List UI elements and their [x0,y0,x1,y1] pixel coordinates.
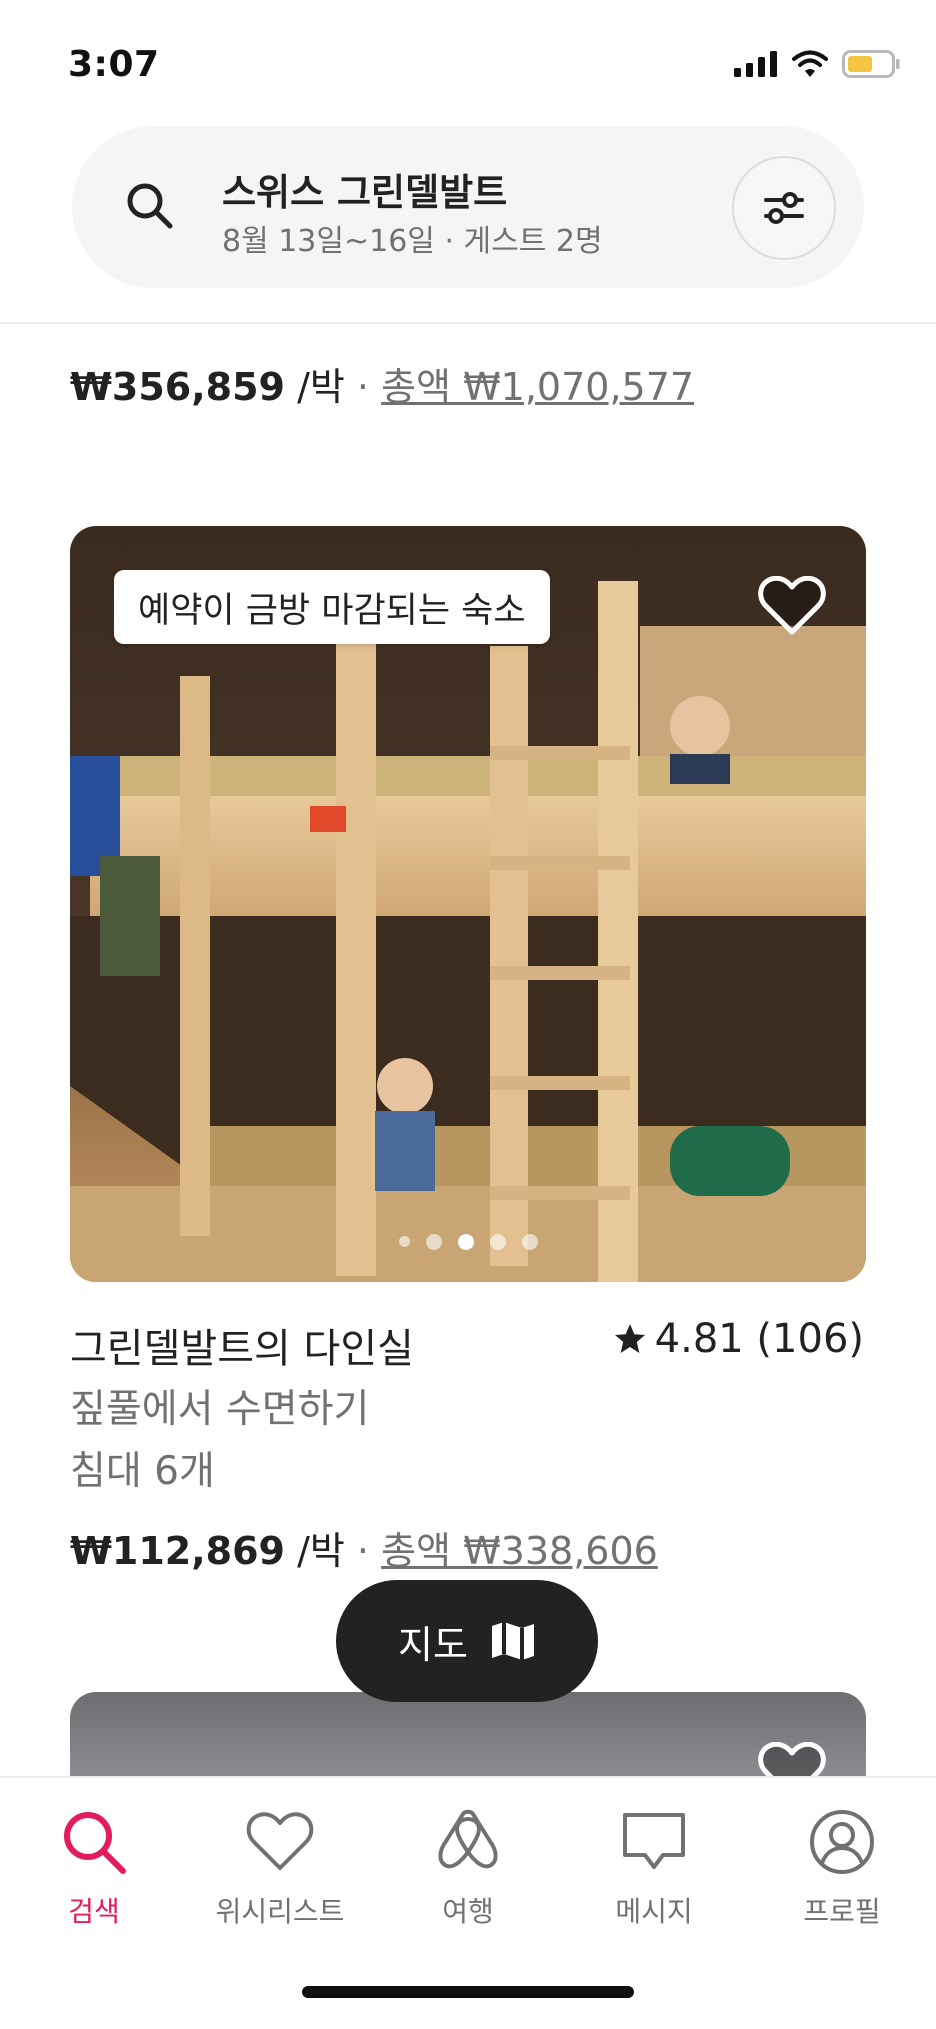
heart-icon [758,575,826,635]
airbnb-logo-icon [438,1809,498,1869]
listing-photo[interactable]: 예약이 금방 마감되는 숙소 [70,526,866,1282]
tab-profile[interactable]: 프로필 [748,1804,936,1930]
heart-icon [246,1812,314,1870]
price-per-night: /박 [285,1529,345,1573]
wishlist-button[interactable] [758,575,826,640]
price-per-night: /박 [285,365,345,409]
prev-listing-price: ₩356,859 /박 · 총액 ₩1,070,577 [70,356,694,411]
tab-label: 프로필 [803,1895,881,1928]
price-total-link[interactable]: 총액 ₩1,070,577 [381,365,694,409]
filter-button[interactable] [732,156,836,260]
listing-subtitle: 짚풀에서 수면하기 [70,1387,370,1432]
map-button-label: 지도 [398,1622,468,1667]
rare-find-badge: 예약이 금방 마감되는 숙소 [114,570,550,644]
rating-value: 4.81 (106) [654,1316,864,1362]
pagination-dot-active [457,1234,474,1250]
map-icon [491,1622,534,1660]
price-amount: ₩356,859 [70,365,285,409]
tab-label: 메시지 [615,1895,693,1928]
status-time: 3:07 [68,44,160,85]
filter-icon [764,192,804,224]
tab-trips[interactable]: 여행 [374,1804,562,1930]
price-total-link[interactable]: 총액 ₩338,606 [381,1529,658,1573]
map-button[interactable]: 지도 [336,1580,598,1702]
header-divider [0,322,936,324]
message-icon [623,1813,685,1869]
pagination-dot [398,1236,410,1247]
battery-icon [842,50,900,78]
cellular-signal-icon [734,51,777,77]
profile-icon [810,1810,874,1874]
search-bar[interactable]: 스위스 그린델발트 8월 13일~16일 · 게스트 2명 [72,126,864,288]
pagination-dot [489,1234,506,1250]
pagination-dot [521,1234,538,1250]
price-separator: · [344,365,382,409]
price-amount: ₩112,869 [70,1529,285,1573]
tab-wishlists[interactable]: 위시리스트 [186,1804,374,1930]
star-icon [614,1324,645,1353]
tab-messages[interactable]: 메시지 [560,1804,748,1930]
tab-label: 여행 [442,1895,494,1928]
listing-rating: 4.81 (106) [613,1316,864,1362]
search-location: 스위스 그린델발트 [222,171,508,214]
listing-price: ₩112,869 /박 · 총액 ₩338,606 [70,1520,658,1575]
status-icons [734,50,900,78]
price-separator: · [344,1529,382,1573]
search-icon [127,183,173,229]
search-icon [64,1812,126,1874]
listing-title[interactable]: 그린델발트의 다인실 [70,1316,414,1374]
listing-beds: 침대 6개 [70,1449,215,1494]
tab-label: 검색 [68,1895,120,1928]
home-indicator [302,1986,634,1998]
tab-label: 위시리스트 [215,1895,345,1928]
photo-pagination [70,1234,866,1250]
wifi-icon [792,50,828,77]
pagination-dot [425,1234,442,1250]
status-bar: 3:07 [0,0,936,120]
search-details: 8월 13일~16일 · 게스트 2명 [222,224,603,259]
tab-search[interactable]: 검색 [0,1804,188,1930]
